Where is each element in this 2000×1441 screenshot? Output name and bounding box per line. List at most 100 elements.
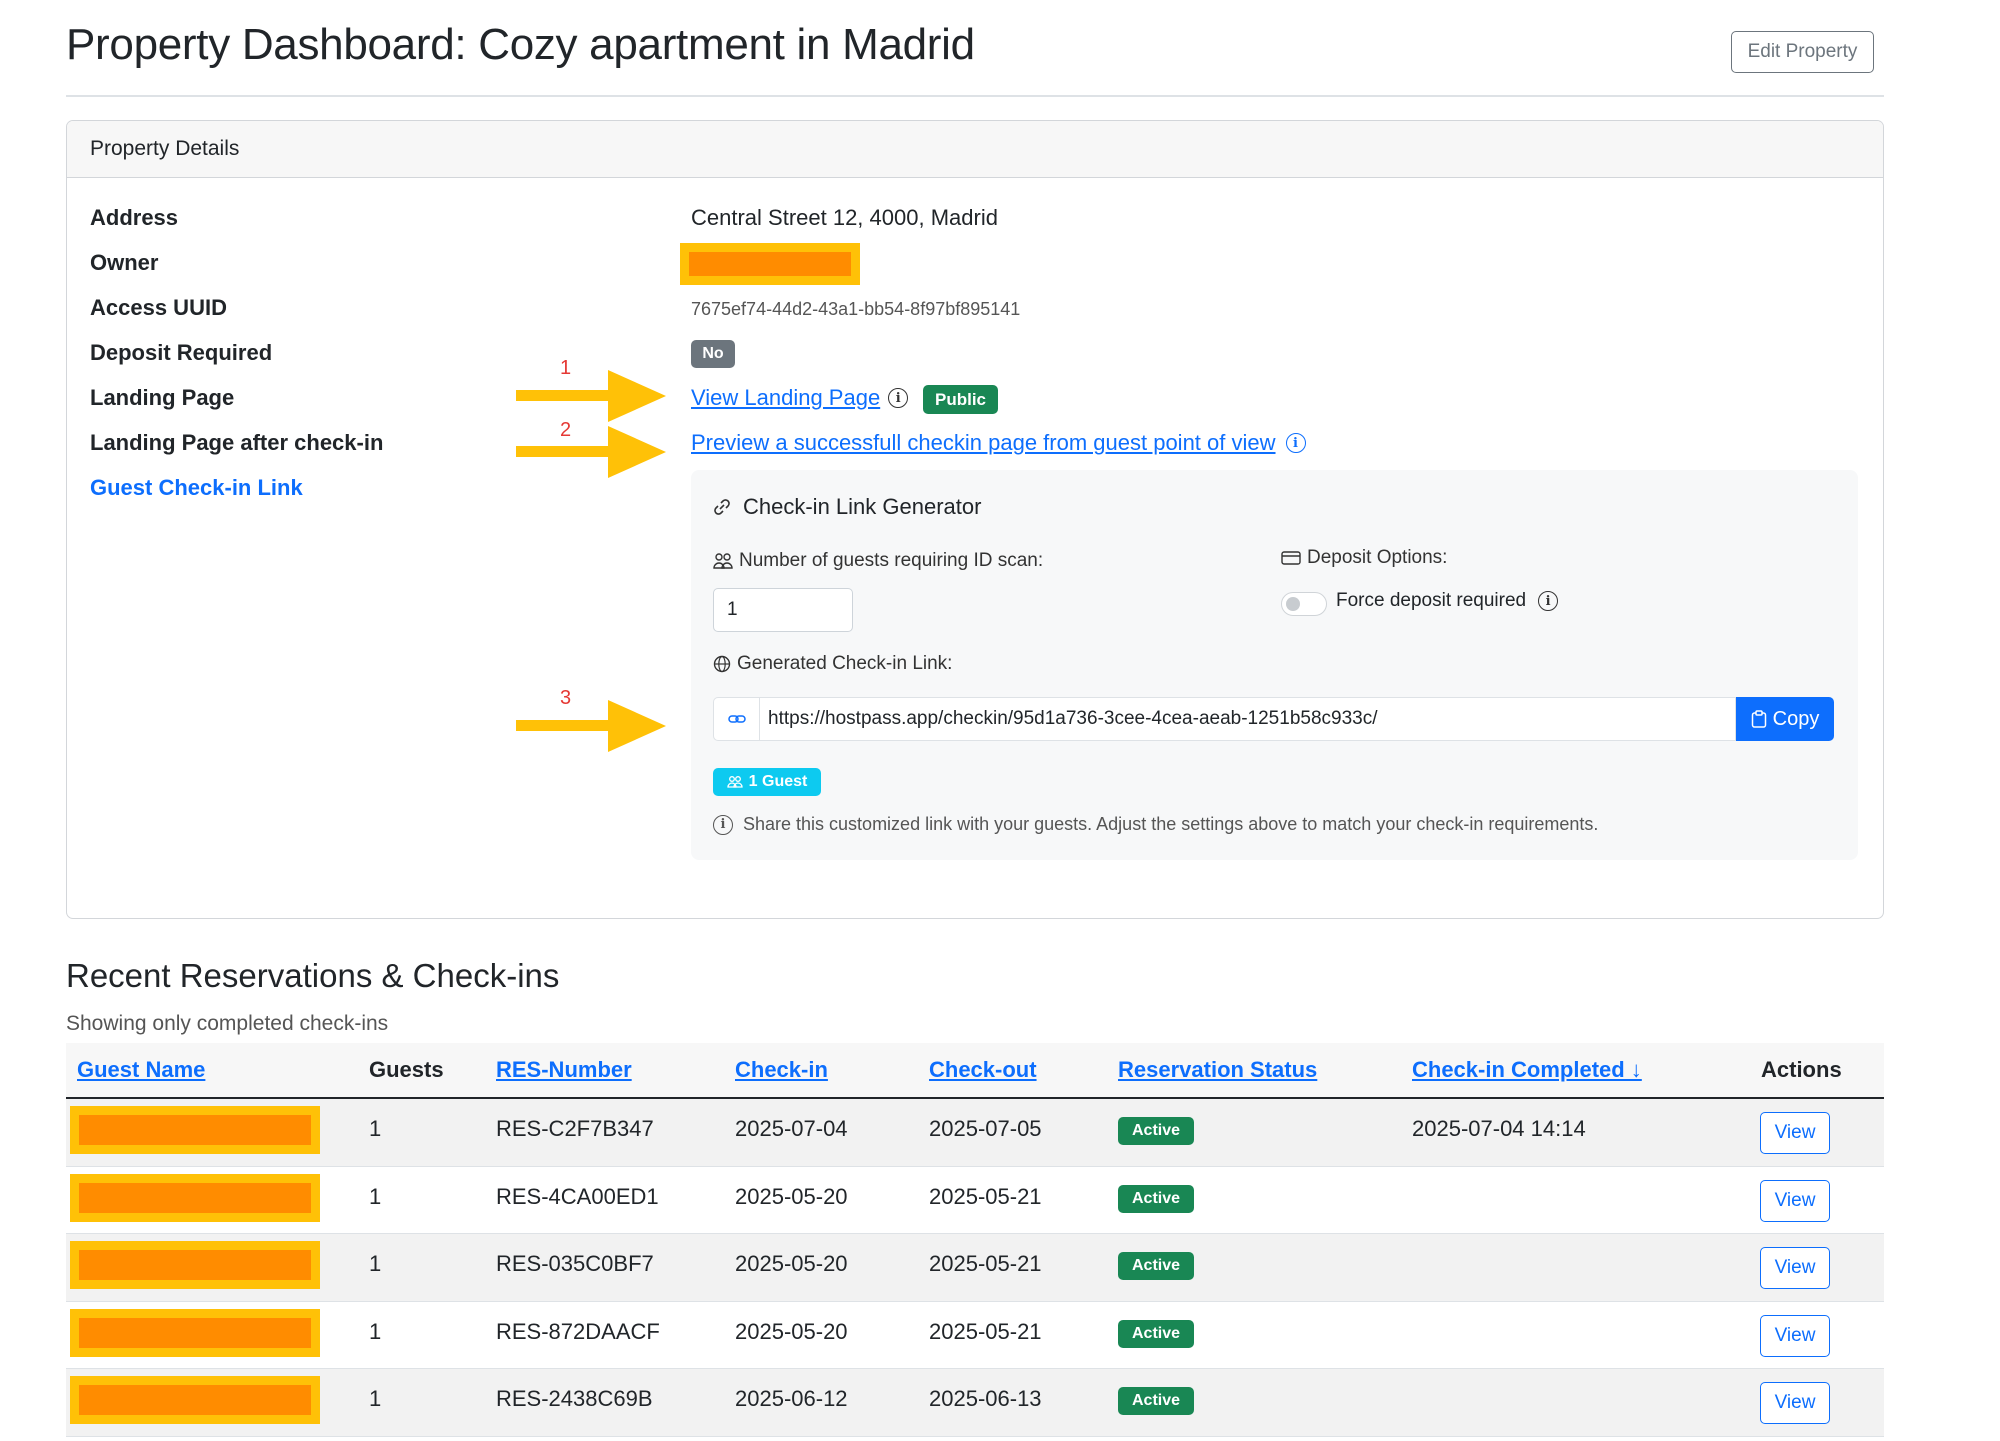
access-uuid-value: 7675ef74-44d2-43a1-bb54-8f97bf895141: [691, 299, 1021, 319]
col-res-number[interactable]: RES-Number: [496, 1057, 632, 1083]
preview-checkin-page-link[interactable]: Preview a successfull checkin page from …: [691, 430, 1276, 456]
status-badge: Active: [1118, 1117, 1194, 1145]
res-number-cell: RES-035C0BF7: [496, 1251, 654, 1276]
check-out-cell: 2025-05-21: [929, 1318, 1042, 1344]
people-icon: [727, 776, 743, 788]
annotation-arrow-icon: [516, 700, 666, 752]
guest-checkin-link-label[interactable]: Guest Check-in Link: [90, 475, 303, 501]
table-row: 1 RES-2438C69B 2025-06-12 2025-06-13 Act…: [66, 1369, 1884, 1437]
table-row: 1 RES-035C0BF7 2025-05-20 2025-05-21 Act…: [66, 1234, 1884, 1302]
check-out-cell: 2025-06-13: [929, 1386, 1042, 1411]
guests-count-input[interactable]: 1: [713, 588, 853, 632]
annotation-arrow-icon: [516, 426, 666, 478]
force-deposit-label: Force deposit required: [1336, 590, 1527, 611]
guest-name-redaction: [70, 1241, 320, 1289]
link-icon: [714, 499, 730, 515]
generated-link-label-row: Generated Check-in Link:: [713, 653, 952, 675]
deposit-options-label: Deposit Options:: [1307, 547, 1448, 568]
table-header: Guest Name Guests RES-Number Check-in Ch…: [66, 1043, 1884, 1099]
table-row: 1 RES-872DAACF 2025-05-20 2025-05-21 Act…: [66, 1302, 1884, 1369]
col-reservation-status[interactable]: Reservation Status: [1118, 1057, 1317, 1083]
col-guests: Guests: [369, 1057, 444, 1082]
check-out-cell: 2025-05-21: [929, 1183, 1042, 1209]
share-hint-text: Share this customized link with your gue…: [743, 814, 1599, 834]
view-button[interactable]: View: [1760, 1314, 1830, 1357]
status-badge: Active: [1118, 1252, 1194, 1280]
deposit-status-badge: No: [691, 340, 735, 368]
landing-after-checkin-label: Landing Page after check-in: [90, 430, 384, 455]
reservations-table: Guest Name Guests RES-Number Check-in Ch…: [66, 1043, 1884, 1437]
info-icon[interactable]: i: [1285, 433, 1306, 453]
guest-name-redaction: [70, 1173, 320, 1222]
guests-cell: 1: [369, 1183, 382, 1209]
check-in-cell: 2025-05-20: [735, 1183, 848, 1209]
col-check-out[interactable]: Check-out: [929, 1057, 1037, 1083]
info-icon[interactable]: i: [1538, 591, 1559, 611]
people-icon: [713, 553, 733, 569]
table-row: 1 RES-C2F7B347 2025-07-04 2025-07-05 Act…: [66, 1099, 1884, 1167]
status-badge: Active: [1118, 1387, 1194, 1415]
public-badge: Public: [923, 385, 998, 414]
view-button[interactable]: View: [1760, 1112, 1830, 1154]
guest-name-redaction: [70, 1376, 320, 1424]
col-checkin-completed[interactable]: Check-in Completed ↓: [1412, 1057, 1642, 1083]
guest-badge-label: 1 Guest: [748, 773, 808, 790]
share-hint: i Share this customized link with your g…: [713, 814, 1598, 835]
copy-link-button[interactable]: Copy: [1736, 697, 1834, 741]
owner-label: Owner: [90, 250, 159, 275]
guests-cell: 1: [369, 1386, 382, 1411]
chain-link-icon: [713, 697, 759, 741]
check-out-cell: 2025-07-05: [929, 1116, 1042, 1141]
landing-page-label: Landing Page: [90, 385, 235, 410]
credit-card-icon: [1281, 551, 1301, 565]
status-badge: Active: [1118, 1184, 1194, 1213]
globe-icon: [713, 655, 731, 673]
guest-count-badge: 1 Guest: [713, 768, 821, 796]
reservations-title: Recent Reservations & Check-ins: [66, 957, 560, 994]
check-in-cell: 2025-05-20: [735, 1318, 848, 1344]
status-badge: Active: [1118, 1319, 1194, 1348]
col-actions: Actions: [1761, 1057, 1842, 1082]
clipboard-icon: [1751, 710, 1766, 728]
res-number-cell: RES-2438C69B: [496, 1386, 653, 1411]
guests-cell: 1: [369, 1116, 382, 1141]
table-row: 1 RES-4CA00ED1 2025-05-20 2025-05-21 Act…: [66, 1167, 1884, 1234]
view-button[interactable]: View: [1760, 1247, 1830, 1289]
guests-cell: 1: [369, 1318, 382, 1344]
info-icon: i: [713, 814, 733, 835]
info-icon[interactable]: i: [888, 388, 909, 408]
title-divider: [66, 95, 1884, 97]
check-in-cell: 2025-06-12: [735, 1386, 848, 1411]
generated-link-input[interactable]: https://hostpass.app/checkin/95d1a736-3c…: [759, 697, 1736, 741]
generated-link-group: https://hostpass.app/checkin/95d1a736-3c…: [713, 697, 1834, 741]
check-out-cell: 2025-05-21: [929, 1251, 1042, 1276]
guests-label: Number of guests requiring ID scan:: [739, 550, 1044, 571]
edit-property-button[interactable]: Edit Property: [1731, 31, 1874, 73]
view-button[interactable]: View: [1760, 1179, 1830, 1222]
page-title: Property Dashboard: Cozy apartment in Ma…: [66, 20, 975, 69]
guest-name-redaction: [70, 1106, 320, 1154]
guests-cell: 1: [369, 1251, 382, 1276]
col-check-in[interactable]: Check-in: [735, 1057, 828, 1083]
annotation-arrow-icon: [516, 370, 666, 422]
access-uuid-label: Access UUID: [90, 295, 227, 320]
address-label: Address: [90, 205, 179, 230]
owner-redaction: [680, 243, 860, 285]
check-in-cell: 2025-05-20: [735, 1251, 848, 1276]
deposit-options-row: Deposit Options:: [1281, 547, 1447, 569]
force-deposit-toggle[interactable]: [1281, 592, 1327, 616]
view-button[interactable]: View: [1760, 1382, 1830, 1424]
address-value: Central Street 12, 4000, Madrid: [691, 205, 998, 230]
copy-label: Copy: [1772, 707, 1820, 730]
col-guest-name[interactable]: Guest Name: [77, 1057, 205, 1083]
guests-label-row: Number of guests requiring ID scan:: [713, 550, 1043, 572]
res-number-cell: RES-C2F7B347: [496, 1116, 654, 1141]
res-number-cell: RES-872DAACF: [496, 1318, 660, 1344]
view-landing-page-link[interactable]: View Landing Page: [691, 385, 880, 411]
res-number-cell: RES-4CA00ED1: [496, 1183, 659, 1209]
deposit-required-label: Deposit Required: [90, 340, 273, 365]
card-header: Property Details: [67, 121, 1883, 178]
force-deposit-row: Force deposit required i: [1336, 590, 1559, 612]
generator-title: Check-in Link Generator: [743, 494, 982, 519]
reservations-subtitle: Showing only completed check-ins: [66, 1012, 389, 1035]
